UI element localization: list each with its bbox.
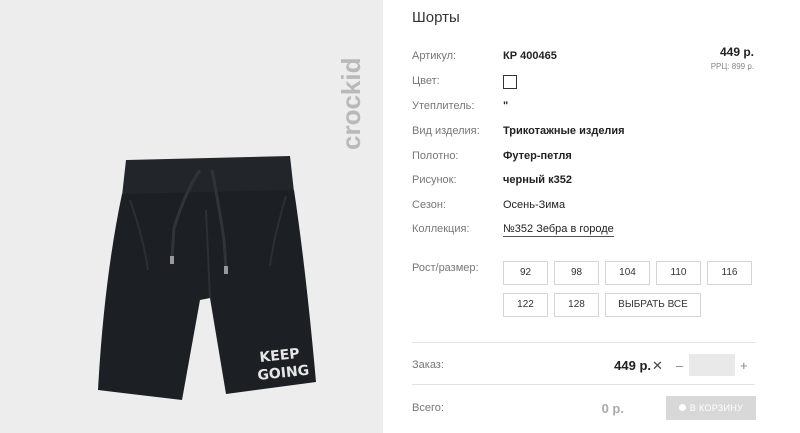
order-label: Заказ: <box>412 359 444 371</box>
total-label: Всего: <box>412 402 444 414</box>
size-option-104[interactable]: 104 <box>605 261 650 285</box>
detail-value-fabric: Футер-петля <box>503 150 572 162</box>
detail-label-article: Артикул: <box>412 50 457 62</box>
detail-value-season: Осень-Зима <box>503 199 566 211</box>
product-title: Шорты <box>412 9 460 26</box>
color-swatch[interactable] <box>503 75 517 89</box>
collection-link[interactable]: №352 Зебра в городе <box>503 223 614 237</box>
add-to-cart-label: В КОРЗИНУ <box>689 403 744 413</box>
detail-label-collection: Коллекция: <box>412 223 470 235</box>
collection-link-text[interactable]: №352 Зебра в городе <box>503 223 614 237</box>
detail-value-article: КР 400465 <box>503 50 557 62</box>
detail-value-pattern: черный к352 <box>503 174 572 186</box>
divider <box>412 384 755 385</box>
detail-value-insulation: " <box>503 100 509 112</box>
size-option-98[interactable]: 98 <box>554 261 599 285</box>
shorts-image: KEEP GOING <box>98 156 316 400</box>
recommended-retail-price: РРЦ: 899 р. <box>710 62 754 71</box>
size-option-92[interactable]: 92 <box>503 261 548 285</box>
size-label: Рост/размер: <box>412 262 479 274</box>
detail-label-insulation: Утеплитель: <box>412 100 475 112</box>
detail-label-pattern: Рисунок: <box>412 174 457 186</box>
detail-value-type: Трикотажные изделия <box>503 125 625 137</box>
size-option-116[interactable]: 116 <box>707 261 752 285</box>
add-to-cart-button[interactable]: В КОРЗИНУ <box>666 396 756 420</box>
detail-label-type: Вид изделия: <box>412 125 480 137</box>
size-option-128[interactable]: 128 <box>554 293 599 317</box>
brand-logo: crockid <box>336 58 366 151</box>
order-price: 449 р. <box>614 358 651 373</box>
times-icon: ✕ <box>652 358 663 373</box>
select-all-sizes-button[interactable]: ВЫБРАТЬ ВСЕ <box>605 293 701 317</box>
detail-label-fabric: Полотно: <box>412 150 459 162</box>
quantity-input[interactable] <box>689 354 735 376</box>
divider <box>412 342 755 343</box>
brand-logo-text: crockid <box>336 58 366 151</box>
size-option-122[interactable]: 122 <box>503 293 548 317</box>
detail-label-season: Сезон: <box>412 199 446 211</box>
product-photo: crockid KEEP GOING <box>0 0 383 433</box>
cart-icon <box>678 404 686 412</box>
size-option-110[interactable]: 110 <box>656 261 701 285</box>
product-price: 449 р. <box>719 45 754 59</box>
decrease-quantity-button[interactable]: – <box>676 358 683 373</box>
detail-label-color: Цвет: <box>412 75 440 87</box>
total-value: 0 р. <box>601 401 624 416</box>
increase-quantity-button[interactable]: + <box>740 358 748 373</box>
